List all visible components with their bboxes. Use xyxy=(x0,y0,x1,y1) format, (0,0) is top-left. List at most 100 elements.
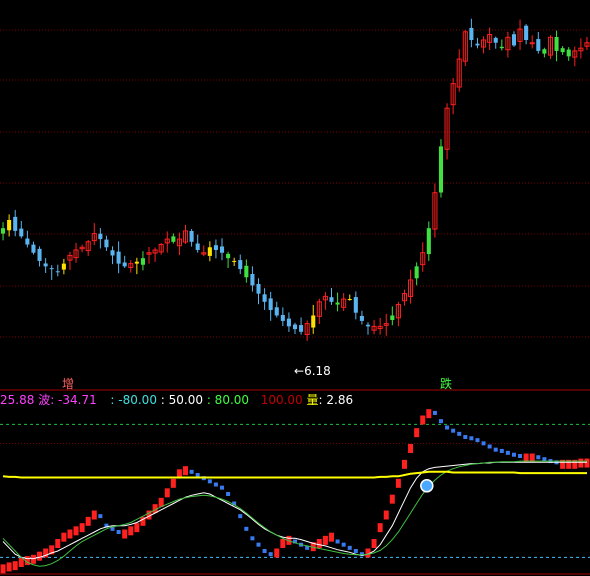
histogram-mark xyxy=(335,539,340,544)
histogram-mark xyxy=(371,539,377,548)
histogram-mark xyxy=(116,530,121,534)
histogram-mark xyxy=(389,494,395,504)
candle-body xyxy=(493,37,498,43)
histogram-mark xyxy=(469,436,474,441)
histogram-mark xyxy=(481,441,486,446)
histogram-mark xyxy=(61,532,67,542)
histogram-mark xyxy=(499,448,504,453)
wave-value: : -34.71 xyxy=(50,393,97,407)
candle-body xyxy=(329,297,334,302)
histogram-mark xyxy=(420,415,426,425)
indicator-line-yellow xyxy=(2,470,587,479)
candle-body xyxy=(256,283,261,294)
histogram-mark xyxy=(578,458,584,468)
histogram-mark xyxy=(170,478,176,488)
histogram-mark xyxy=(79,523,85,533)
candle-body xyxy=(134,261,139,264)
candle-body xyxy=(122,262,127,267)
candle-body xyxy=(104,239,109,248)
volume-value: : 2.86 xyxy=(318,393,354,407)
candle-body xyxy=(250,274,255,286)
candle-body xyxy=(207,247,212,256)
histogram-mark xyxy=(383,510,389,520)
candle-body xyxy=(110,250,115,256)
histogram-mark xyxy=(122,529,128,539)
candle-body xyxy=(542,49,547,54)
candle-body xyxy=(244,265,249,278)
histogram-mark xyxy=(195,473,200,477)
candle-body xyxy=(353,297,358,313)
candle-body xyxy=(268,298,273,310)
histogram-mark xyxy=(280,539,286,548)
histogram-mark xyxy=(128,526,134,536)
candle-body xyxy=(195,243,200,250)
histogram-mark xyxy=(408,444,414,453)
wave-name: 波 xyxy=(38,393,51,407)
candle-body xyxy=(438,146,444,193)
histogram-mark xyxy=(73,526,79,536)
candle-body xyxy=(566,49,571,57)
indicator-value-1: 25.88 xyxy=(0,393,35,407)
level-minus-80: : -80.00 xyxy=(110,393,157,407)
histogram-mark xyxy=(0,564,6,574)
candle-body xyxy=(311,315,316,328)
candle-body xyxy=(469,27,474,40)
candle-body xyxy=(25,238,30,245)
histogram-mark xyxy=(262,549,267,553)
candle-body xyxy=(292,324,298,330)
candle-body xyxy=(299,325,304,332)
candle-body xyxy=(61,263,66,270)
histogram-mark xyxy=(55,539,61,548)
histogram-mark xyxy=(353,549,358,553)
histogram-mark xyxy=(347,545,352,550)
histogram-mark xyxy=(220,485,225,490)
histogram-mark xyxy=(511,452,516,457)
candle-body xyxy=(55,271,60,273)
candle-body xyxy=(390,315,395,320)
crossover-marker xyxy=(420,479,434,493)
candle-body xyxy=(1,228,6,234)
candle-body xyxy=(171,236,176,242)
indicator-lines xyxy=(2,460,587,567)
histogram-mark xyxy=(189,469,194,474)
signal-increase-label: 增 xyxy=(62,377,75,391)
candle-body xyxy=(189,231,194,242)
candle-body xyxy=(524,25,529,40)
histogram-mark xyxy=(12,561,18,571)
arrow-left-icon: ← xyxy=(294,364,305,378)
indicator-grid xyxy=(0,423,590,575)
candle-body xyxy=(219,246,225,253)
histogram-mark xyxy=(183,466,189,476)
histogram-mark xyxy=(328,532,334,542)
histogram-mark xyxy=(37,551,43,561)
histogram-mark xyxy=(91,510,97,520)
candle-body xyxy=(359,315,364,321)
candle-body xyxy=(536,39,541,51)
candle-body xyxy=(232,260,237,262)
histogram-mark xyxy=(426,409,432,419)
candle-body xyxy=(365,324,371,327)
histogram-mark xyxy=(438,419,443,424)
histogram-mark xyxy=(493,447,498,452)
candle-body xyxy=(274,307,279,316)
histogram-mark xyxy=(536,455,541,460)
indicator-histogram xyxy=(0,409,590,574)
histogram-mark xyxy=(250,536,255,541)
histogram-mark xyxy=(30,554,36,564)
histogram-mark xyxy=(226,492,231,496)
histogram-mark xyxy=(98,514,103,519)
histogram-mark xyxy=(213,482,218,487)
candle-body xyxy=(238,260,243,270)
min-price-label: ←6.18 xyxy=(294,364,331,378)
histogram-mark xyxy=(505,450,510,455)
histogram-mark xyxy=(463,435,468,439)
candle-body xyxy=(7,220,12,231)
candle-body xyxy=(37,248,42,261)
candle-body xyxy=(19,228,24,237)
signal-fall-label: 跌 xyxy=(440,377,453,391)
histogram-mark xyxy=(134,523,140,533)
level-50: : 50.00 xyxy=(160,393,203,407)
histogram-mark xyxy=(85,516,91,526)
candle-body xyxy=(499,46,504,49)
histogram-mark xyxy=(244,526,249,531)
